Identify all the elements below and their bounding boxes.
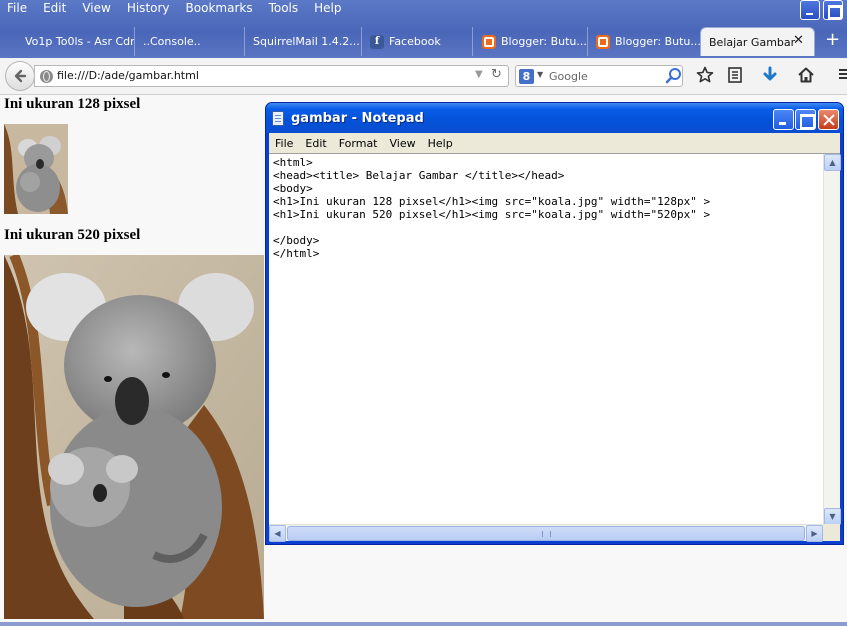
notepad-menubar: File Edit Format View Help bbox=[269, 133, 840, 153]
search-input[interactable]: Google bbox=[549, 70, 588, 83]
window-maximize-button[interactable] bbox=[823, 0, 843, 20]
tab-label: Blogger: Butu... bbox=[615, 35, 700, 48]
koala-image-large bbox=[4, 255, 264, 619]
blogger-icon bbox=[596, 34, 610, 49]
notepad-maximize-button[interactable] bbox=[795, 109, 816, 130]
scroll-right-arrow-icon[interactable]: ▶ bbox=[806, 525, 823, 542]
vertical-scrollbar[interactable]: ▲ ▼ bbox=[823, 154, 841, 525]
tab-console[interactable]: ..Console.. bbox=[135, 27, 245, 56]
heading-128: Ini ukuran 128 pixsel bbox=[4, 96, 141, 112]
back-arrow-icon bbox=[14, 69, 27, 83]
tab-label: Facebook bbox=[389, 35, 441, 48]
tab-blogger-2[interactable]: Blogger: Butu... bbox=[588, 27, 700, 56]
resize-grip-icon[interactable] bbox=[823, 524, 840, 541]
back-button[interactable] bbox=[5, 61, 35, 91]
search-icon[interactable] bbox=[665, 67, 683, 85]
downloads-icon[interactable] bbox=[759, 64, 781, 86]
notepad-minimize-button[interactable] bbox=[773, 109, 794, 130]
notepad-close-button[interactable] bbox=[818, 109, 839, 130]
notepad-title: gambar - Notepad bbox=[291, 111, 424, 126]
url-text[interactable]: file:///D:/ade/gambar.html bbox=[57, 69, 199, 82]
notepad-text-area[interactable]: <html> <head><title> Belajar Gambar </ti… bbox=[269, 153, 841, 542]
horizontal-scroll-thumb[interactable] bbox=[287, 526, 805, 541]
notepad-window: gambar - Notepad File Edit Format View H… bbox=[265, 102, 844, 545]
tab-label: Belajar Gambar bbox=[709, 35, 796, 49]
search-bar[interactable]: 8 ▼ Google bbox=[515, 65, 683, 87]
menu-help[interactable]: Help bbox=[314, 0, 341, 18]
window-minimize-button[interactable] bbox=[800, 0, 820, 20]
menu-bookmarks[interactable]: Bookmarks bbox=[186, 0, 253, 18]
tab-strip: Vo1p To0ls - Asr Cdr ..Console.. Squirre… bbox=[0, 27, 847, 56]
scroll-up-arrow-icon[interactable]: ▲ bbox=[824, 154, 841, 171]
notepad-content[interactable]: <html> <head><title> Belajar Gambar </ti… bbox=[273, 156, 710, 260]
menu-edit[interactable]: Edit bbox=[43, 0, 66, 18]
facebook-icon: f bbox=[370, 34, 384, 49]
tab-label: Vo1p To0ls - Asr Cdr bbox=[25, 35, 135, 48]
blogger-icon bbox=[482, 34, 496, 49]
bookmark-star-icon[interactable] bbox=[694, 64, 716, 86]
globe-icon bbox=[40, 70, 53, 83]
notepad-icon bbox=[272, 111, 284, 126]
notepad-menu-format[interactable]: Format bbox=[339, 137, 378, 150]
home-icon[interactable] bbox=[795, 64, 817, 86]
notepad-menu-file[interactable]: File bbox=[275, 137, 293, 150]
tab-squirrelmail[interactable]: SquirrelMail 1.4.2... bbox=[245, 27, 362, 56]
horizontal-scrollbar[interactable]: ◀ ▶ bbox=[269, 524, 823, 542]
tab-facebook[interactable]: f Facebook bbox=[362, 27, 473, 56]
notepad-menu-help[interactable]: Help bbox=[428, 137, 453, 150]
browser-menubar: File Edit View History Bookmarks Tools H… bbox=[0, 0, 351, 18]
tab-label: SquirrelMail 1.4.2... bbox=[253, 35, 360, 48]
koala-image-small bbox=[4, 124, 68, 214]
new-tab-icon[interactable]: + bbox=[825, 31, 840, 49]
url-history-dropdown-icon[interactable]: ▼ bbox=[475, 69, 483, 80]
menu-tools[interactable]: Tools bbox=[269, 0, 299, 18]
tab-close-icon[interactable]: ✕ bbox=[793, 33, 804, 48]
menu-file[interactable]: File bbox=[7, 0, 27, 18]
navigation-toolbar: file:///D:/ade/gambar.html ▼ ↻ 8 ▼ Googl… bbox=[0, 58, 847, 95]
menu-view[interactable]: View bbox=[82, 0, 110, 18]
tab-blogger-1[interactable]: Blogger: Butu... bbox=[474, 27, 588, 56]
browser-title-bar: File Edit View History Bookmarks Tools H… bbox=[0, 0, 847, 58]
url-bar[interactable]: file:///D:/ade/gambar.html ▼ ↻ bbox=[34, 65, 509, 87]
engine-dropdown-icon[interactable]: ▼ bbox=[537, 70, 543, 79]
heading-520: Ini ukuran 520 pixsel bbox=[4, 227, 141, 243]
scroll-left-arrow-icon[interactable]: ◀ bbox=[269, 525, 286, 542]
notepad-title-bar[interactable]: gambar - Notepad bbox=[266, 103, 843, 133]
reload-icon[interactable]: ↻ bbox=[491, 67, 502, 82]
google-engine-icon[interactable]: 8 bbox=[519, 69, 534, 84]
scroll-down-arrow-icon[interactable]: ▼ bbox=[824, 508, 841, 525]
tab-label: ..Console.. bbox=[143, 35, 201, 48]
taskbar-edge bbox=[0, 622, 847, 626]
notepad-menu-edit[interactable]: Edit bbox=[305, 137, 326, 150]
notepad-menu-view[interactable]: View bbox=[390, 137, 416, 150]
tab-voip-tools[interactable]: Vo1p To0ls - Asr Cdr bbox=[17, 27, 135, 56]
tab-label: Blogger: Butu... bbox=[501, 35, 587, 48]
firefox-menu-icon[interactable] bbox=[836, 64, 847, 86]
menu-history[interactable]: History bbox=[127, 0, 170, 18]
bookmarks-list-icon[interactable] bbox=[724, 64, 746, 86]
